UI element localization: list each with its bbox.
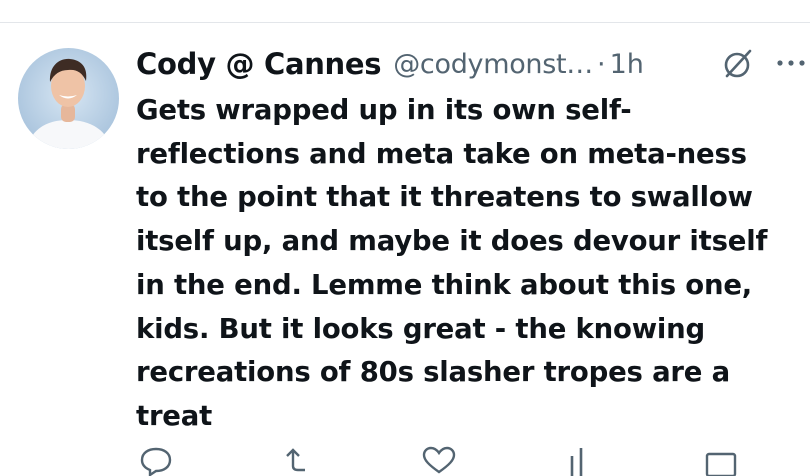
tweet-actions-bar	[136, 446, 808, 476]
avatar-photo	[18, 48, 119, 149]
share-icon[interactable]	[704, 446, 738, 476]
top-divider	[0, 22, 810, 23]
tweet-text: Gets wrapped up in its own self- reflect…	[136, 94, 768, 432]
tweet-header: Cody @ Cannes @codymonst… · 1h	[136, 44, 810, 84]
author-handle[interactable]: @codymonst…	[393, 49, 593, 80]
retweet-icon[interactable]	[281, 446, 321, 476]
avatar[interactable]	[18, 48, 119, 149]
author-name[interactable]: Cody @ Cannes	[136, 47, 382, 81]
heart-icon[interactable]	[421, 446, 457, 476]
tweet-timestamp[interactable]: 1h	[610, 49, 644, 80]
more-dots-icon[interactable]	[776, 58, 806, 68]
views-bar-icon[interactable]	[566, 446, 596, 476]
circle-slash-icon[interactable]	[720, 46, 754, 80]
reply-icon[interactable]	[138, 446, 174, 476]
header-separator: ·	[597, 48, 606, 80]
